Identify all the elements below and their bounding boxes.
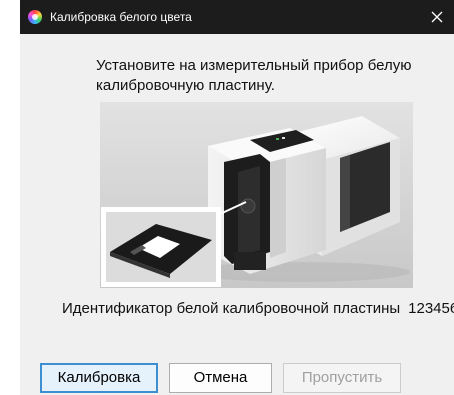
close-icon <box>431 11 443 23</box>
plate-id-label: Идентификатор белой калибровочной пласти… <box>62 300 401 317</box>
window-title: Калибровка белого цвета <box>50 10 192 24</box>
calibrate-button[interactable]: Калибровка <box>40 363 158 393</box>
title-bar[interactable]: Калибровка белого цвета <box>20 0 454 34</box>
calibration-illustration <box>100 102 413 288</box>
color-wheel-icon <box>28 10 42 24</box>
instrument-illustration <box>100 102 413 288</box>
skip-button[interactable]: Пропустить <box>283 363 401 393</box>
close-button[interactable] <box>420 0 454 34</box>
calibration-dialog: Калибровка белого цвета Установите на из… <box>20 0 454 395</box>
calibration-plate-icon <box>101 207 221 287</box>
instruction-text: Установите на измерительный прибор белую… <box>96 57 412 94</box>
cancel-button[interactable]: Отмена <box>169 363 272 393</box>
plate-id-value: 1234567 <box>408 300 454 317</box>
plate-id-row: Идентификатор белой калибровочной пласти… <box>62 300 454 318</box>
